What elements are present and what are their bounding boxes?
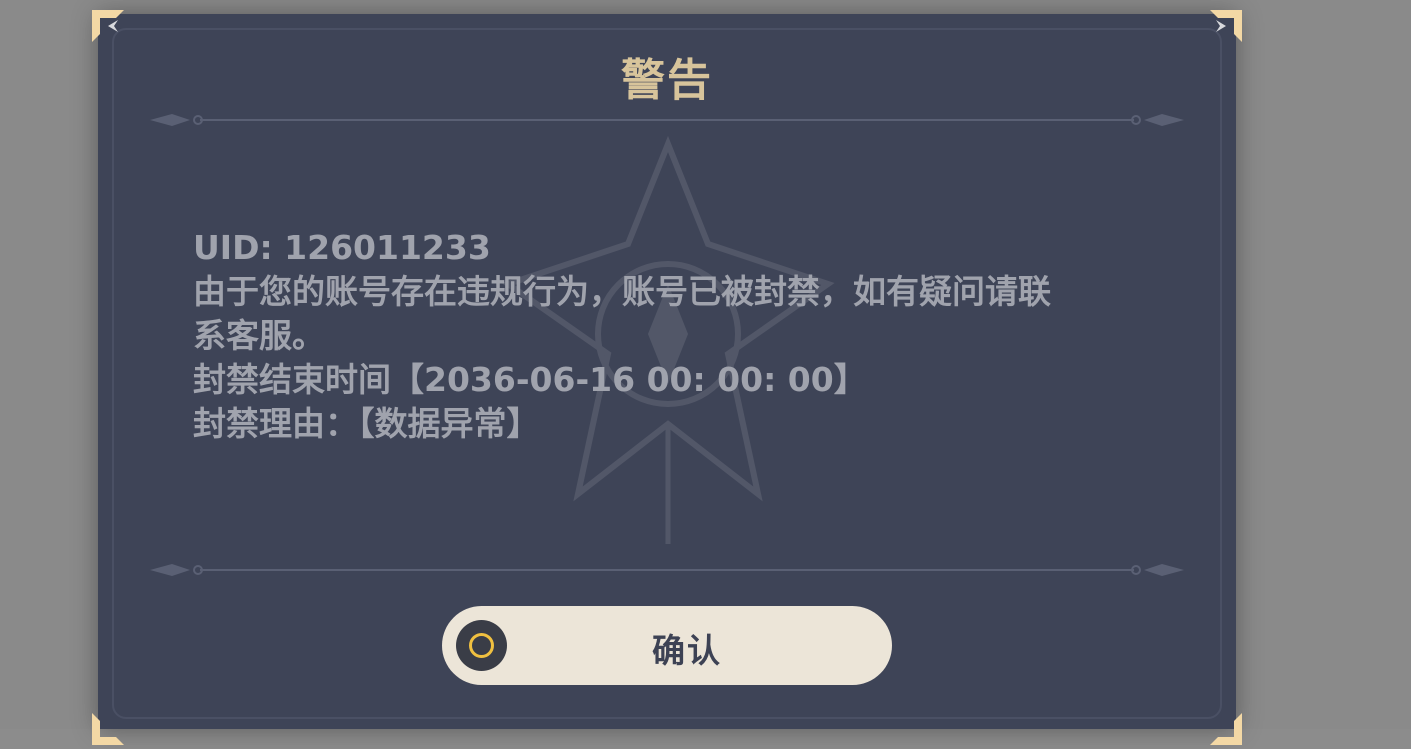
ban-reason-line-1: 由于您的账号存在违规行为，账号已被封禁，如有疑问请联 [193, 272, 1051, 311]
confirm-button-label: 确认 [652, 631, 722, 670]
ornamental-divider [150, 564, 1184, 576]
warning-dialog: 警告 UID: 126011233 由于您的账号存在违规行为，账号已被封禁，如有… [92, 10, 1242, 745]
ban-reason: 封禁理由：【数据异常】 [193, 404, 540, 443]
corner-ornament-icon [1210, 10, 1242, 42]
confirm-button[interactable]: 确认 [442, 606, 892, 685]
uid-line: UID: 126011233 [193, 228, 491, 267]
dialog-title: 警告 [621, 55, 713, 106]
ban-message: UID: 126011233 由于您的账号存在违规行为，账号已被封禁，如有疑问请… [193, 226, 1123, 446]
corner-ornament-icon [1210, 713, 1242, 745]
ban-reason-line-2: 系客服。 [193, 316, 325, 355]
ban-end-time: 封禁结束时间【2036-06-16 00: 00: 00】 [193, 360, 867, 399]
ornamental-divider [150, 114, 1184, 126]
corner-ornament-icon [92, 10, 124, 42]
corner-ornament-icon [92, 713, 124, 745]
